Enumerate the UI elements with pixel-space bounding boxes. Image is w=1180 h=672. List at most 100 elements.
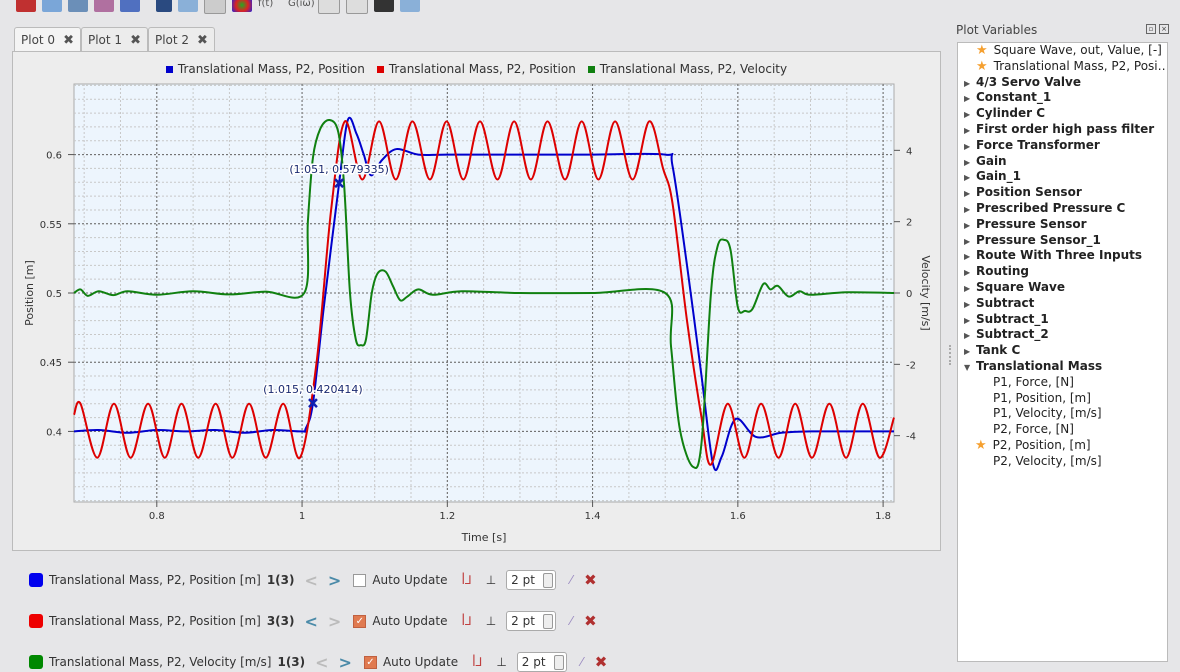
expand-arrow-icon[interactable]: ▶	[958, 91, 976, 106]
tree-item[interactable]: ▶ Gain_1	[958, 169, 1167, 185]
auto-update-checkbox[interactable]	[353, 573, 367, 587]
tree-item[interactable]: ▶ Position Sensor	[958, 185, 1167, 201]
tree-item[interactable]: ▶ First order high pass filter	[958, 122, 1167, 138]
tree-item[interactable]: ▶ 4/3 Servo Valve	[958, 75, 1167, 91]
layout2-icon[interactable]	[346, 0, 368, 14]
next-generation-icon[interactable]: >	[339, 653, 352, 672]
tab-plot-2[interactable]: Plot 2 ✖	[147, 27, 215, 52]
ft-button[interactable]: f(t)	[258, 0, 282, 9]
auto-update-checkbox[interactable]: ✓	[353, 614, 367, 628]
expand-arrow-icon[interactable]: ▶	[958, 76, 976, 91]
tree-item[interactable]: ▶ Square Wave	[958, 280, 1167, 296]
plot-canvas[interactable]: 0.8 1 1.2 1.4 1.6 1.8 0.4 0.45 0.5 0.55 0.6 -4 -2 0 2 4…	[13, 52, 940, 550]
fft-icon[interactable]: ꟾ⅃	[461, 573, 471, 587]
scale-icon[interactable]: ⁄	[570, 614, 572, 628]
collapse-arrow-icon[interactable]: ▼	[958, 360, 976, 375]
expand-arrow-icon[interactable]: ▶	[958, 202, 976, 217]
y-axis-label: Position [m]	[23, 260, 36, 326]
variable-item[interactable]: ★ P2, Position, [m]	[958, 438, 1167, 454]
line-width-spinbox[interactable]: 2 pt	[506, 611, 557, 631]
next-generation-icon[interactable]: >	[328, 571, 341, 590]
tree-item[interactable]: ▶ Gain	[958, 154, 1167, 170]
previous-generation-icon[interactable]: <	[305, 571, 318, 590]
bode-button[interactable]: G(iω)	[288, 0, 315, 9]
curve-color-button[interactable]	[29, 614, 43, 628]
auto-update-checkbox[interactable]: ✓	[363, 655, 377, 669]
close-icon[interactable]: ✖	[130, 33, 141, 48]
favorite-item[interactable]: ★ Translational Mass, P2, Posi…	[958, 59, 1167, 75]
expand-arrow-icon[interactable]: ▶	[958, 218, 976, 233]
legend-icon[interactable]	[374, 0, 394, 12]
axis-icon[interactable]: ⊥	[486, 573, 496, 587]
tree-item[interactable]: ▶ Pressure Sensor	[958, 217, 1167, 233]
tree-item-expanded[interactable]: ▼ Translational Mass	[958, 359, 1167, 375]
float-icon[interactable]: ▫	[1146, 24, 1156, 34]
variable-item[interactable]: P2, Force, [N]	[958, 422, 1167, 438]
tree-item[interactable]: ▶ Subtract_1	[958, 312, 1167, 328]
scale-icon[interactable]: ⁄	[570, 573, 572, 587]
tree-item[interactable]: ▶ Tank C	[958, 343, 1167, 359]
arrow-icon[interactable]	[400, 0, 420, 12]
tree-item[interactable]: ▶ Pressure Sensor_1	[958, 233, 1167, 249]
close-icon[interactable]: ✖	[197, 33, 208, 48]
close-icon[interactable]: ×	[1159, 24, 1169, 34]
expand-arrow-icon[interactable]: ▶	[958, 186, 976, 201]
line-width-spinbox[interactable]: 2 pt	[516, 652, 567, 672]
expand-arrow-icon[interactable]: ▶	[958, 139, 976, 154]
table-icon[interactable]	[68, 0, 88, 12]
remove-curve-icon[interactable]: ✖	[595, 653, 608, 671]
fft-plot-icon[interactable]	[94, 0, 114, 12]
expand-arrow-icon[interactable]: ▶	[958, 170, 976, 185]
expand-arrow-icon[interactable]: ▶	[958, 155, 976, 170]
scale-icon[interactable]: ⁄	[581, 655, 583, 669]
remove-curve-icon[interactable]: ✖	[584, 571, 597, 589]
pan-icon[interactable]	[178, 0, 198, 12]
curve-color-button[interactable]	[29, 655, 43, 669]
tree-item[interactable]: ▶ Force Transformer	[958, 138, 1167, 154]
variable-item[interactable]: P1, Position, [m]	[958, 391, 1167, 407]
curve-color-button[interactable]	[29, 573, 43, 587]
fft-icon[interactable]: ꟾ⅃	[461, 614, 471, 628]
favorite-item[interactable]: ★ Square Wave, out, Value, [-]	[958, 43, 1167, 59]
layout-icon[interactable]	[318, 0, 340, 14]
previous-generation-icon[interactable]: <	[315, 653, 328, 672]
splitter-handle[interactable]	[949, 345, 954, 365]
expand-arrow-icon[interactable]: ▶	[958, 249, 976, 264]
expand-arrow-icon[interactable]: ▶	[958, 107, 976, 122]
tree-item[interactable]: ▶ Routing	[958, 264, 1167, 280]
open-icon[interactable]	[42, 0, 62, 12]
tree-item[interactable]: ▶ Subtract	[958, 296, 1167, 312]
tree-item[interactable]: ▶ Constant_1	[958, 90, 1167, 106]
fft-icon[interactable]: ꟾ⅃	[472, 655, 482, 669]
new-plot-icon[interactable]	[16, 0, 36, 12]
variable-item[interactable]: P2, Velocity, [m/s]	[958, 454, 1167, 470]
line-width-spinbox[interactable]: 2 pt	[506, 570, 557, 590]
expand-arrow-icon[interactable]: ▶	[958, 234, 976, 249]
tree-item[interactable]: ▶ Route With Three Inputs	[958, 248, 1167, 264]
tree-item[interactable]: ▶ Prescribed Pressure C	[958, 201, 1167, 217]
next-generation-icon[interactable]: >	[328, 612, 341, 631]
grid-icon[interactable]	[204, 0, 226, 14]
zoom-icon[interactable]	[156, 0, 172, 12]
previous-generation-icon[interactable]: <	[305, 612, 318, 631]
expand-arrow-icon[interactable]: ▶	[958, 123, 976, 138]
tab-plot-0[interactable]: Plot 0 ✖	[14, 27, 81, 52]
expand-arrow-icon[interactable]: ▶	[958, 313, 976, 328]
expand-arrow-icon[interactable]: ▶	[958, 297, 976, 312]
variable-item[interactable]: P1, Velocity, [m/s]	[958, 406, 1167, 422]
expand-arrow-icon[interactable]: ▶	[958, 344, 976, 359]
expand-arrow-icon[interactable]: ▶	[958, 328, 976, 343]
variables-tree[interactable]: ★ Square Wave, out, Value, [-] ★ Translatio…	[957, 42, 1168, 662]
remove-curve-icon[interactable]: ✖	[584, 612, 597, 630]
colors-icon[interactable]	[232, 0, 252, 12]
axis-icon[interactable]: ⊥	[496, 655, 506, 669]
axis-icon[interactable]: ⊥	[486, 614, 496, 628]
variable-item[interactable]: P1, Force, [N]	[958, 375, 1167, 391]
close-icon[interactable]: ✖	[63, 33, 74, 48]
expand-arrow-icon[interactable]: ▶	[958, 265, 976, 280]
tree-item[interactable]: ▶ Cylinder C	[958, 106, 1167, 122]
export-icon[interactable]	[120, 0, 140, 12]
tree-item[interactable]: ▶ Subtract_2	[958, 327, 1167, 343]
tab-plot-1[interactable]: Plot 1 ✖	[80, 27, 148, 52]
expand-arrow-icon[interactable]: ▶	[958, 281, 976, 296]
